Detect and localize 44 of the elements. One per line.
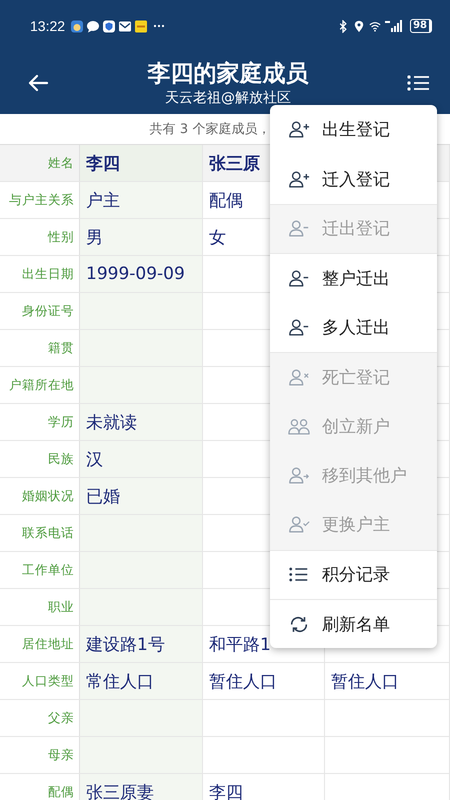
table-cell: 李四: [80, 145, 203, 181]
menu-item[interactable]: 刷新名单: [270, 598, 437, 648]
list-icon: [288, 565, 310, 584]
wifi-icon: [369, 20, 382, 32]
member-count-text: 共有 3 个家庭成员，: [150, 121, 270, 138]
battery-indicator: 98: [410, 19, 432, 33]
person-check-icon: [288, 515, 310, 534]
menu-icon: [406, 73, 430, 93]
person-delete-icon: [288, 368, 310, 387]
person-remove-icon: [288, 268, 310, 288]
table-cell: 常住人口: [80, 663, 203, 699]
shield-icon: [103, 20, 116, 32]
table-cell: 未就读: [80, 404, 203, 440]
table-cell: 李四: [203, 774, 325, 800]
table-cell: 已婚: [80, 478, 203, 514]
table-cell: 暂住人口: [325, 663, 450, 699]
location-icon: [353, 20, 366, 32]
page-subtitle: 天云老祖@解放社区: [165, 88, 291, 106]
chat-icon: [87, 20, 100, 32]
menu-item[interactable]: 多人迁出: [270, 302, 437, 352]
signal-icon: [385, 20, 404, 32]
menu-item[interactable]: 整户迁出: [270, 253, 437, 303]
menu-item[interactable]: 积分记录: [270, 550, 437, 599]
person-add-icon: [288, 120, 310, 140]
table-cell: 户主: [80, 182, 203, 218]
more-icon: [153, 24, 166, 28]
page-title: 李四的家庭成员: [148, 60, 308, 88]
person-remove-icon: [288, 219, 310, 238]
status-time: 13:22: [30, 18, 66, 34]
mail-icon: [119, 20, 132, 32]
app-icon: [135, 20, 148, 32]
person-move-icon: [288, 466, 310, 485]
table-cell: 1999-09-09: [80, 256, 203, 292]
person-add-icon: [288, 170, 310, 189]
people-icon: [288, 416, 310, 436]
bluetooth-icon: [337, 20, 350, 32]
table-cell: 男: [80, 219, 203, 255]
table-cell: 暂住人口: [203, 663, 325, 699]
table-cell: 建设路1号: [80, 626, 203, 662]
refresh-icon: [288, 614, 310, 634]
table-cell: 张三原妻: [80, 774, 203, 800]
table-cell: 汉: [80, 441, 203, 477]
weather-icon: [71, 20, 84, 32]
person-remove-icon: [288, 318, 310, 337]
